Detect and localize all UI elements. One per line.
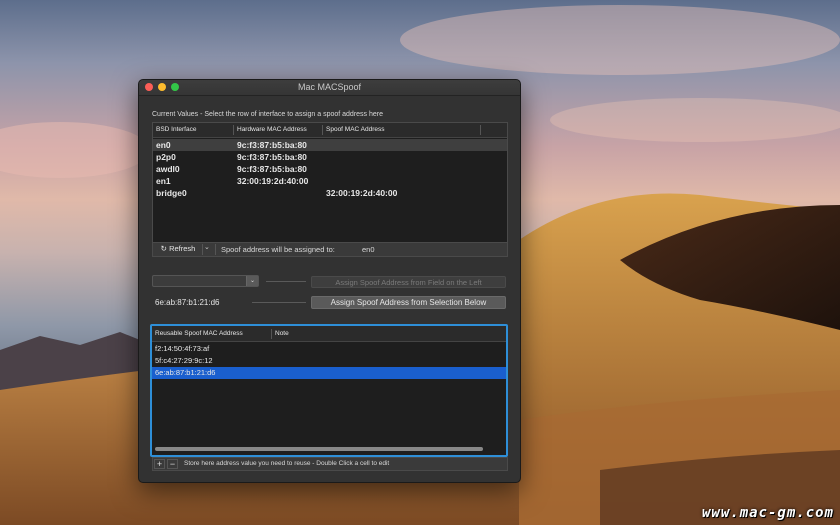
interface-row[interactable]: bridge0 32:00:19:2d:40:00 [153, 187, 507, 199]
interfaces-table[interactable]: BSD Interface Hardware MAC Address Spoof… [152, 122, 508, 246]
assign-target-value: en0 [362, 245, 375, 254]
window-title: Mac MACSpoof [297, 82, 362, 92]
header-spoof-mac[interactable]: Spoof MAC Address [326, 126, 385, 133]
interfaces-status-bar: ↻ Refresh ⌄ Spoof address will be assign… [152, 242, 508, 257]
column-separator [233, 125, 234, 135]
add-button[interactable]: + [154, 459, 165, 469]
selected-mac-value: 6e:ab:87:b1:21:d6 [155, 298, 220, 307]
refresh-button[interactable]: ↻ Refresh [155, 244, 201, 255]
hardware-mac-value: 9c:f3:87:b5:ba:80 [237, 164, 307, 174]
interface-name: en0 [156, 140, 171, 150]
reusable-mac-table[interactable]: Reusable Spoof MAC Address Note f2:14:50… [152, 326, 506, 455]
column-separator [480, 125, 481, 135]
interface-row[interactable]: p2p0 9c:f3:87:b5:ba:80 [153, 151, 507, 163]
reusable-row[interactable]: 5f:c4:27:29:9c:12 [152, 355, 506, 367]
watermark-text: www.mac-gm.com [701, 505, 834, 521]
divider [215, 244, 216, 255]
reusable-row[interactable]: 6e:ab:87:b1:21:d6 [152, 367, 506, 379]
header-note[interactable]: Note [275, 330, 289, 337]
interface-name: p2p0 [156, 152, 176, 162]
assign-status-text: Spoof address will be assigned to: [221, 245, 335, 254]
interface-row[interactable]: en0 9c:f3:87:b5:ba:80 [153, 139, 507, 151]
title-bar[interactable]: Mac MACSpoof [139, 80, 520, 96]
remove-button[interactable]: − [167, 459, 178, 469]
divider [202, 244, 203, 255]
horizontal-scrollbar[interactable] [155, 447, 483, 451]
macspoof-window: Mac MACSpoof Current Values - Select the… [138, 79, 521, 483]
separator-line [266, 281, 306, 282]
spoof-mac-value: 32:00:19:2d:40:00 [326, 188, 398, 198]
reusable-mac-value: 6e:ab:87:b1:21:d6 [155, 368, 216, 377]
interface-name: en1 [156, 176, 171, 186]
column-separator [322, 125, 323, 135]
hardware-mac-value: 9c:f3:87:b5:ba:80 [237, 152, 307, 162]
refresh-icon: ↻ [160, 244, 167, 253]
chevron-down-icon[interactable]: ⌄ [204, 243, 210, 251]
reusable-status-bar: + − Store here address value you need to… [152, 457, 508, 471]
header-bsd-interface[interactable]: BSD Interface [156, 126, 196, 133]
spoof-address-combo[interactable]: ⌄ [152, 275, 259, 287]
interface-name: bridge0 [156, 188, 187, 198]
reusable-hint-text: Store here address value you need to reu… [184, 460, 390, 467]
interfaces-caption: Current Values - Select the row of inter… [152, 111, 383, 118]
interfaces-table-header: BSD Interface Hardware MAC Address Spoof… [153, 123, 507, 138]
chevron-down-icon[interactable]: ⌄ [246, 276, 258, 286]
reusable-row[interactable]: f2:14:50:4f:73:af [152, 343, 506, 355]
column-separator [271, 329, 272, 339]
assign-from-field-button[interactable]: Assign Spoof Address from Field on the L… [311, 276, 506, 288]
assign-from-selection-button[interactable]: Assign Spoof Address from Selection Belo… [311, 296, 506, 309]
hardware-mac-value: 32:00:19:2d:40:00 [237, 176, 309, 186]
interface-row[interactable]: en1 32:00:19:2d:40:00 [153, 175, 507, 187]
interface-row[interactable]: awdl0 9c:f3:87:b5:ba:80 [153, 163, 507, 175]
reusable-mac-value: 5f:c4:27:29:9c:12 [155, 356, 213, 365]
interface-name: awdl0 [156, 164, 180, 174]
header-hardware-mac[interactable]: Hardware MAC Address [237, 126, 307, 133]
hardware-mac-value: 9c:f3:87:b5:ba:80 [237, 140, 307, 150]
reusable-mac-value: f2:14:50:4f:73:af [155, 344, 210, 353]
separator-line [252, 302, 306, 303]
refresh-label: Refresh [169, 244, 196, 253]
reusable-table-header: Reusable Spoof MAC Address Note [152, 326, 506, 342]
header-reusable-mac[interactable]: Reusable Spoof MAC Address [155, 330, 243, 337]
